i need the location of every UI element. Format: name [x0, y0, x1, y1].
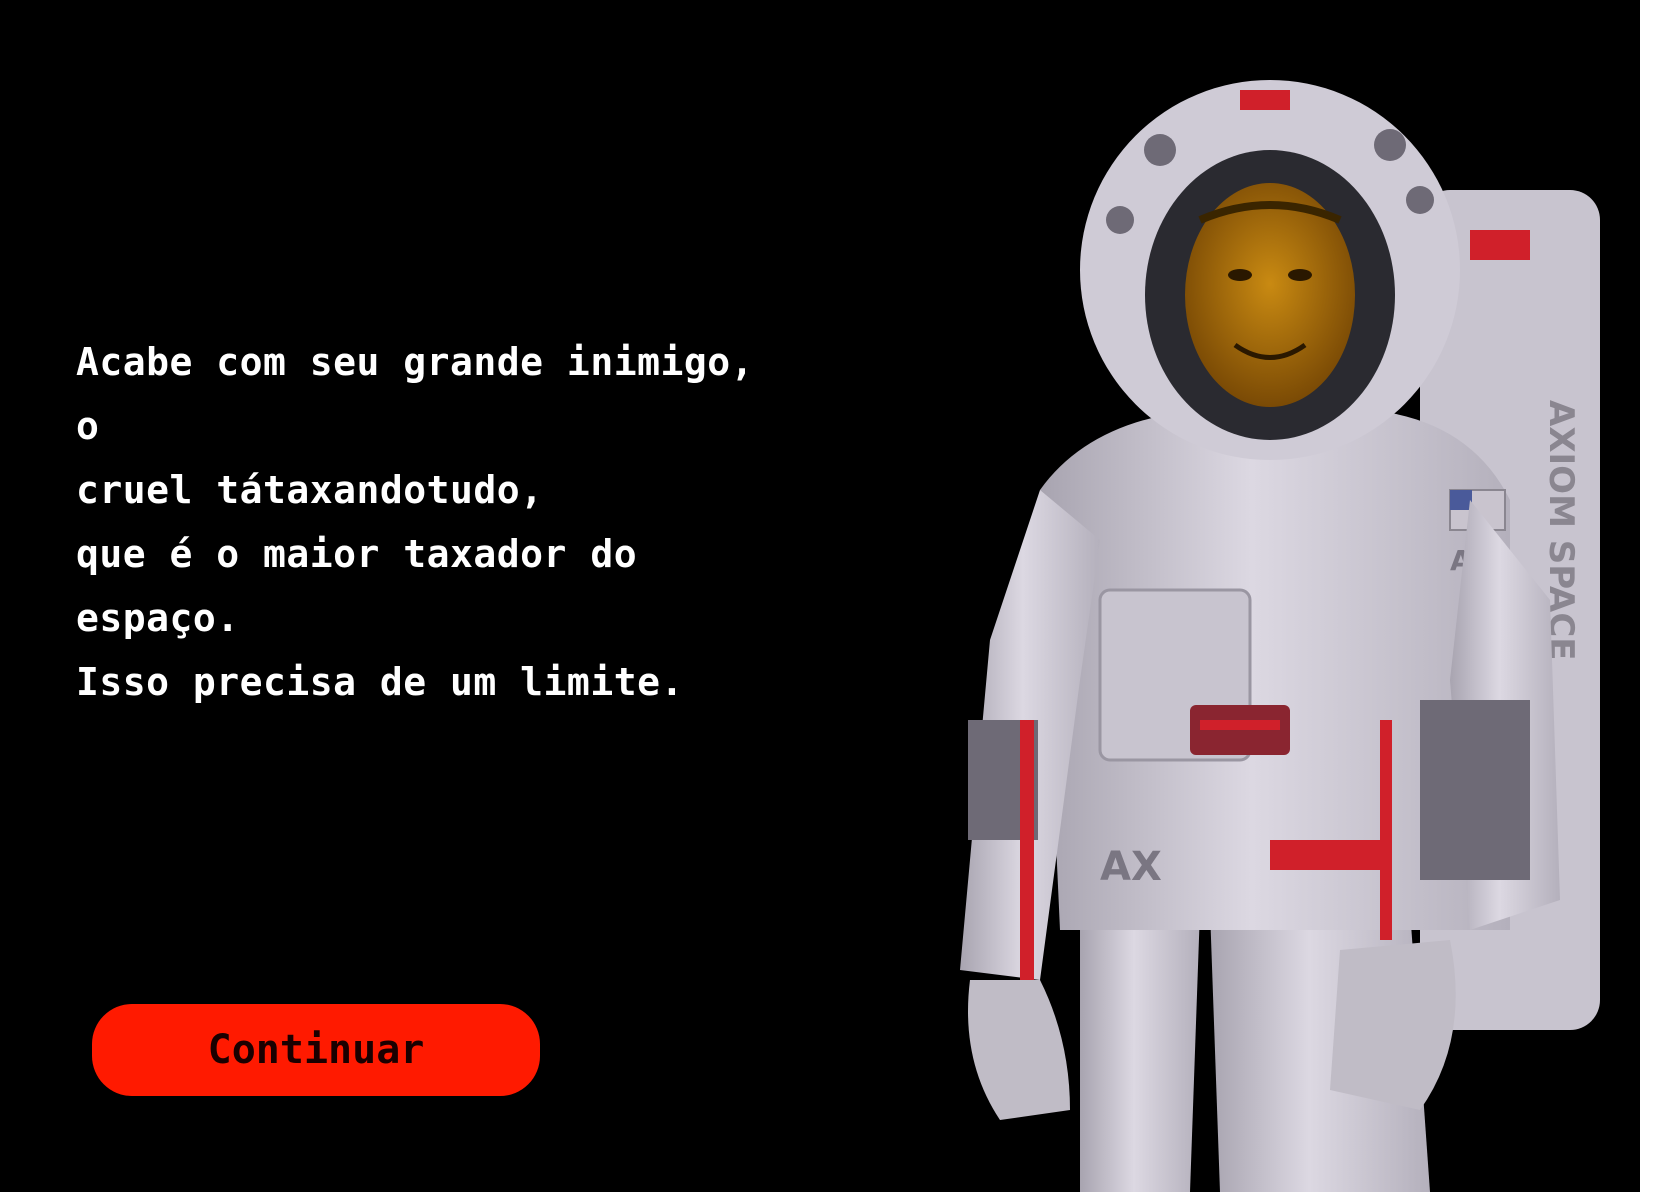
story-text: Acabe com seu grande inimigo, o cruel tá…: [76, 330, 796, 714]
game-screen: Acabe com seu grande inimigo, o cruel tá…: [0, 0, 1656, 1192]
continue-button[interactable]: Continuar: [92, 1004, 540, 1096]
story-line: Acabe com seu grande inimigo, o: [76, 340, 754, 448]
story-line: que é o maior taxador do: [76, 532, 638, 576]
ax-patch-icon: AX: [1100, 844, 1162, 890]
story-line: Isso precisa de um limite.: [76, 660, 684, 704]
story-line: cruel tátaxandotudo,: [76, 468, 544, 512]
astronaut-character-image: AXIOM SPACE AX AX: [950, 80, 1640, 1192]
window-edge: [1640, 0, 1656, 1192]
story-line: espaço.: [76, 596, 240, 640]
